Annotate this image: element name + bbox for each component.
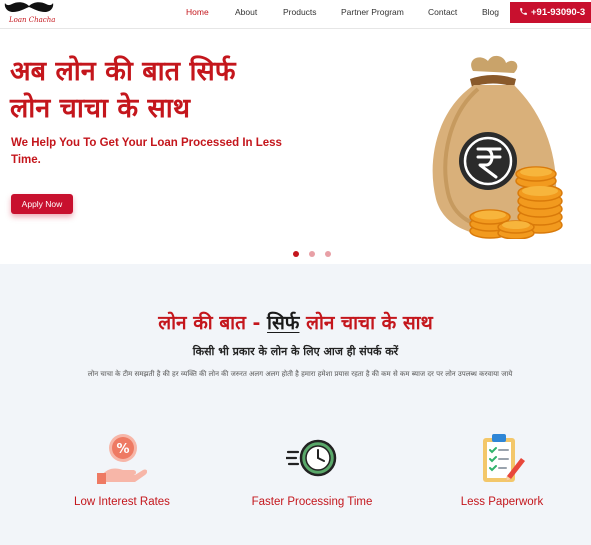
feature-label: Less Paperwork (460, 496, 544, 508)
feature-label: Low Interest Rates (74, 496, 170, 508)
section-description: लोन चाचा के टीम समझती है की हर व्यक्ति क… (87, 370, 513, 378)
feature-low-interest: % Low Interest Rates (42, 432, 202, 522)
carousel-dot-3[interactable] (325, 251, 331, 257)
features-section: लोन की बात - सिर्फ लोन चाचा के साथ किसी … (0, 264, 591, 545)
money-bag-rupee-icon (432, 55, 563, 239)
carousel-dot-2[interactable] (309, 251, 315, 257)
carousel-dots (291, 251, 335, 259)
section-title-part2: लोन चाचा के साथ (299, 312, 433, 334)
section-title-highlight: सिर्फ (267, 312, 300, 334)
feature-less-paperwork: Less Paperwork (422, 432, 582, 522)
nav-home[interactable]: Home (186, 7, 209, 17)
fast-clock-icon (286, 439, 337, 477)
nav-links: Home About Products Partner Program Cont… (0, 0, 591, 28)
nav-blog[interactable]: Blog (482, 7, 499, 17)
nav-products[interactable]: Products (283, 7, 317, 17)
section-title: लोन की बात - सिर्फ लोन चाचा के साथ (0, 309, 591, 335)
svg-text:%: % (116, 442, 129, 457)
phone-button[interactable]: +91-93090-3 (510, 2, 591, 23)
section-title-part1: लोन की बात - (158, 312, 268, 334)
phone-number: +91-93090-3 (531, 7, 586, 18)
apply-now-button[interactable]: Apply Now (11, 194, 73, 214)
hero-title-line2: लोन चाचा के साथ (10, 93, 190, 124)
hero-title-line1: अब लोन की बात सिर्फ (10, 56, 236, 87)
carousel-dot-1[interactable] (293, 251, 299, 257)
nav-partner-program[interactable]: Partner Program (341, 7, 404, 17)
section-subtitle: किसी भी प्रकार के लोन के लिए आज ही संपर्… (192, 345, 399, 358)
feature-faster-processing: Faster Processing Time (232, 432, 392, 522)
feature-label: Faster Processing Time (251, 496, 373, 508)
percent-hand-icon: % (97, 434, 147, 484)
hero-subtitle: We Help You To Get Your Loan Processed I… (11, 137, 282, 166)
nav-about[interactable]: About (235, 7, 257, 17)
top-navbar: Loan Chacha Home About Products Partner … (0, 0, 591, 29)
phone-icon (520, 8, 527, 15)
hero-banner: अब लोन की बात सिर्फ लोन चाचा के साथ We H… (0, 29, 591, 264)
checklist-clipboard-icon (483, 434, 525, 482)
nav-contact[interactable]: Contact (428, 7, 457, 17)
hero-title: अब लोन की बात सिर्फ लोन चाचा के साथ (10, 53, 310, 127)
